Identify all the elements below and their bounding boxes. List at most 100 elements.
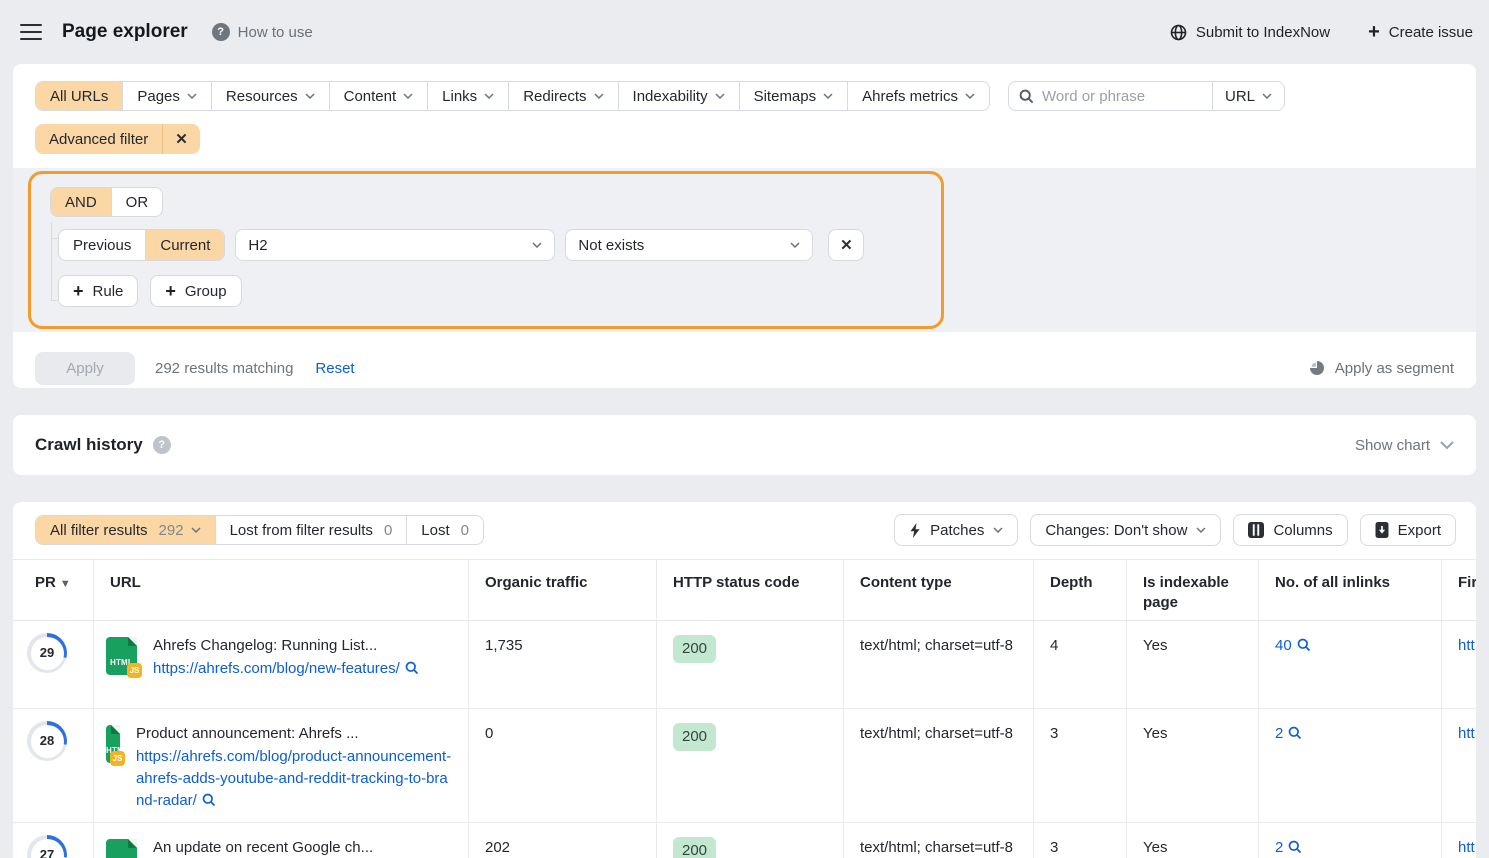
filter-tab-content[interactable]: Content (329, 82, 428, 110)
first-cell[interactable]: htt (1441, 709, 1476, 822)
crawl-history-card: Crawl history ? Show chart (13, 415, 1476, 475)
tab-lost-from-filter-results[interactable]: Lost from filter results 0 (215, 516, 407, 544)
chevron-down-icon (403, 93, 413, 99)
http-status-cell: 200 (656, 621, 843, 708)
chevron-down-icon (594, 93, 604, 99)
js-badge-icon: JS (127, 663, 142, 678)
column-header-organic-traffic[interactable]: Organic traffic (468, 560, 656, 620)
chevron-down-icon (484, 93, 494, 99)
search-icon (405, 661, 419, 675)
patches-button[interactable]: Patches (894, 514, 1018, 546)
add-group-button[interactable]: +Group (150, 275, 241, 307)
sort-desc-icon: ▼ (60, 578, 71, 590)
export-button[interactable]: Export (1360, 514, 1456, 546)
add-rule-button[interactable]: +Rule (58, 275, 138, 307)
connector-line (51, 222, 52, 300)
filter-tab-redirects[interactable]: Redirects (508, 82, 617, 110)
create-issue-label: Create issue (1389, 24, 1473, 41)
tab-lost[interactable]: Lost 0 (406, 516, 483, 544)
show-chart-button[interactable]: Show chart (1355, 437, 1454, 454)
column-header-http-status[interactable]: HTTP status code (656, 560, 843, 620)
chevron-down-icon (790, 242, 800, 248)
plus-icon: + (1368, 22, 1380, 42)
logic-and-button[interactable]: AND (51, 188, 111, 216)
advanced-filter-close-icon[interactable]: ✕ (162, 124, 200, 154)
logic-or-button[interactable]: OR (111, 188, 163, 216)
remove-rule-button[interactable]: ✕ (828, 229, 864, 261)
submit-indexnow-button[interactable]: Submit to IndexNow (1170, 24, 1330, 41)
how-to-use-link[interactable]: ? How to use (212, 23, 313, 41)
export-file-icon (1375, 522, 1389, 538)
first-cell[interactable]: htt (1441, 621, 1476, 708)
submit-indexnow-label: Submit to IndexNow (1196, 24, 1330, 41)
version-toggle: Previous Current (58, 229, 225, 261)
html-file-icon: HTML JS (106, 839, 137, 858)
inlinks-link[interactable]: 2 (1275, 839, 1302, 856)
chevron-down-icon (1196, 527, 1206, 533)
advanced-filter-chip[interactable]: Advanced filter ✕ (35, 124, 200, 154)
indexable-cell: Yes (1126, 823, 1258, 858)
filter-tab-links[interactable]: Links (427, 82, 508, 110)
page-url-link[interactable]: https://ahrefs.com/blog/new-features/ (153, 660, 419, 677)
search-icon (202, 793, 216, 807)
depth-cell: 3 (1033, 823, 1126, 858)
first-cell[interactable]: htt (1441, 823, 1476, 858)
advanced-filter-label: Advanced filter (35, 131, 162, 148)
table-row: 28 HTML JS Product announcement: Ahrefs … (13, 709, 1476, 823)
column-header-first[interactable]: Fir (1441, 560, 1476, 620)
depth-cell: 3 (1033, 709, 1126, 822)
inlinks-cell: 2 (1258, 823, 1441, 858)
advanced-filter-row: Advanced filter ✕ (35, 124, 1454, 154)
column-header-pr[interactable]: PR▼ (13, 560, 93, 620)
organic-traffic-cell: 0 (468, 709, 656, 822)
filter-tab-ahrefs-metrics[interactable]: Ahrefs metrics (847, 82, 989, 110)
table-header-row: PR▼ URL Organic traffic HTTP status code… (13, 559, 1476, 621)
page-url-link[interactable]: https://ahrefs.com/blog/product-announce… (136, 748, 451, 809)
filter-tab-sitemaps[interactable]: Sitemaps (739, 82, 848, 110)
column-header-content-type[interactable]: Content type (843, 560, 1033, 620)
status-badge: 200 (673, 837, 716, 858)
content-type-cell: text/html; charset=utf-8 (843, 709, 1033, 822)
filter-tab-all-urls[interactable]: All URLs (36, 82, 122, 110)
filter-tabs-row: All URLs Pages Resources Content Links R… (13, 81, 1476, 111)
columns-button[interactable]: Columns (1233, 514, 1347, 546)
search-icon (1288, 840, 1302, 854)
create-issue-button[interactable]: + Create issue (1368, 22, 1473, 42)
html-file-icon: HTML JS (106, 637, 137, 675)
search-input[interactable] (1042, 88, 1202, 105)
search-mode-dropdown[interactable]: URL (1212, 82, 1284, 110)
changes-dropdown[interactable]: Changes: Don't show (1030, 514, 1221, 546)
filter-builder-strip: AND OR Previous Current H2 Not exists ✕ (13, 168, 1476, 332)
indexable-cell: Yes (1126, 621, 1258, 708)
chevron-down-icon (1262, 93, 1272, 99)
http-status-cell: 200 (656, 709, 843, 822)
hamburger-menu-icon[interactable] (20, 24, 42, 40)
apply-button[interactable]: Apply (35, 352, 135, 385)
inlinks-link[interactable]: 40 (1275, 637, 1311, 654)
column-header-is-indexable[interactable]: Is indexable page (1126, 560, 1258, 620)
reset-link[interactable]: Reset (315, 360, 354, 377)
organic-traffic-cell: 202 (468, 823, 656, 858)
operator-select[interactable]: Not exists (565, 229, 813, 261)
column-header-inlinks[interactable]: No. of all inlinks (1258, 560, 1441, 620)
filter-tab-pages[interactable]: Pages (122, 82, 211, 110)
version-previous-button[interactable]: Previous (59, 230, 145, 260)
apply-as-segment-button[interactable]: Apply as segment (1309, 360, 1454, 377)
status-badge: 200 (673, 723, 716, 751)
tab-all-filter-results[interactable]: All filter results 292 (36, 516, 215, 544)
page-rating-ring: 28 (27, 721, 67, 761)
globe-icon (1170, 24, 1187, 41)
apply-row: Apply 292 results matching Reset Apply a… (13, 332, 1476, 388)
add-row: +Rule +Group (58, 275, 927, 307)
field-select[interactable]: H2 (235, 229, 555, 261)
inlinks-link[interactable]: 2 (1275, 725, 1302, 742)
chevron-down-icon (823, 93, 833, 99)
filter-tab-indexability[interactable]: Indexability (618, 82, 739, 110)
connector-line (51, 300, 58, 301)
column-header-depth[interactable]: Depth (1033, 560, 1126, 620)
filters-card: All URLs Pages Resources Content Links R… (13, 64, 1476, 388)
content-type-cell: text/html; charset=utf-8 (843, 621, 1033, 708)
filter-tab-resources[interactable]: Resources (211, 82, 329, 110)
column-header-url[interactable]: URL (93, 560, 468, 620)
version-current-button[interactable]: Current (145, 230, 224, 260)
